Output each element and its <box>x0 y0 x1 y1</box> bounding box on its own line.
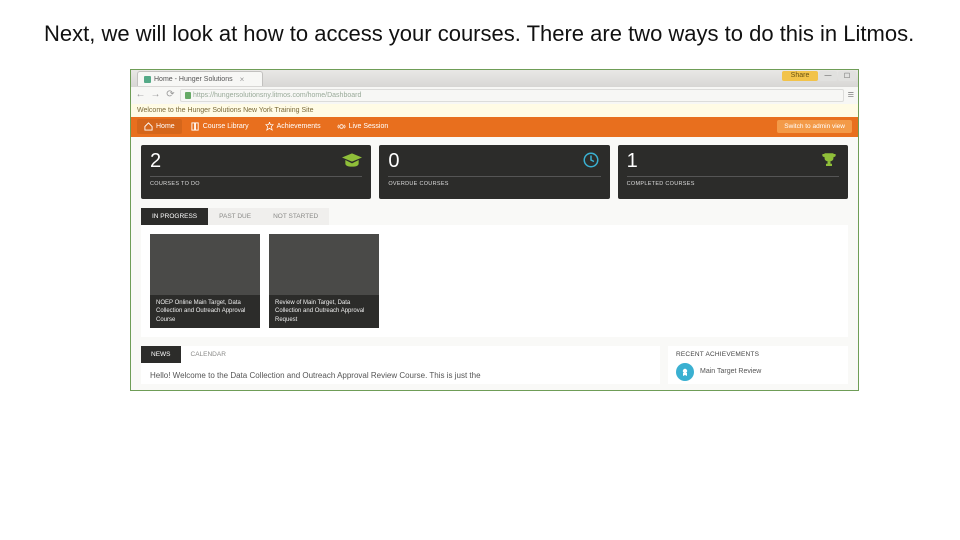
trophy-icon <box>819 151 839 169</box>
badge-icon <box>676 363 694 381</box>
stat-number: 1 <box>627 151 638 171</box>
nav-label: Live Session <box>349 123 389 130</box>
tab-not-started[interactable]: NOT STARTED <box>262 208 329 225</box>
achievements-panel: RECENT ACHIEVEMENTS Main Target Review <box>668 346 848 384</box>
stat-number: 2 <box>150 151 161 171</box>
course-card[interactable]: NOEP Online Main Target, Data Collection… <box>150 234 260 328</box>
news-panel: NEWS CALENDAR Hello! Welcome to the Data… <box>141 346 660 384</box>
achievement-label: Main Target Review <box>700 368 761 375</box>
address-bar: ← → ⟳ https://hungersolutionsny.litmos.c… <box>131 86 858 104</box>
tab-past-due[interactable]: PAST DUE <box>208 208 262 225</box>
course-card[interactable]: Review of Main Target, Data Collection a… <box>269 234 379 328</box>
menu-icon[interactable]: ≡ <box>848 89 854 101</box>
close-icon[interactable]: × <box>240 75 245 84</box>
stat-completed[interactable]: 1 COMPLETED COURSES <box>618 145 848 199</box>
stat-label: COMPLETED COURSES <box>627 181 839 187</box>
tab-calendar[interactable]: CALENDAR <box>181 346 236 363</box>
stat-overdue[interactable]: 0 OVERDUE COURSES <box>379 145 609 199</box>
graduation-icon <box>342 151 362 169</box>
stats-row: 2 COURSES TO DO 0 OVERDUE COURSES <box>141 145 848 199</box>
star-icon <box>265 122 274 131</box>
stat-courses-todo[interactable]: 2 COURSES TO DO <box>141 145 371 199</box>
back-button[interactable]: ← <box>135 90 146 101</box>
clock-icon <box>581 151 601 169</box>
share-button[interactable]: Share <box>782 71 818 81</box>
welcome-banner: Welcome to the Hunger Solutions New York… <box>131 104 858 117</box>
home-icon <box>144 122 153 131</box>
news-text: Hello! Welcome to the Data Collection an… <box>141 363 660 384</box>
course-title: NOEP Online Main Target, Data Collection… <box>150 295 260 327</box>
maximize-button[interactable]: ☐ <box>838 71 856 81</box>
dashboard-content: 2 COURSES TO DO 0 OVERDUE COURSES <box>131 137 858 390</box>
stat-label: COURSES TO DO <box>150 181 362 187</box>
slide-heading: Next, we will look at how to access your… <box>44 20 916 49</box>
nav-home[interactable]: Home <box>137 119 182 134</box>
browser-tab[interactable]: Home - Hunger Solutions × <box>137 71 263 86</box>
tab-in-progress[interactable]: IN PROGRESS <box>141 208 208 225</box>
lock-icon <box>185 92 191 99</box>
forward-button[interactable]: → <box>150 90 161 101</box>
stat-label: OVERDUE COURSES <box>388 181 600 187</box>
minimize-button[interactable]: — <box>819 71 837 81</box>
browser-window: Home - Hunger Solutions × Share — ☐ ← → … <box>130 69 859 391</box>
nav-label: Achievements <box>277 123 321 130</box>
reload-button[interactable]: ⟳ <box>165 90 176 101</box>
course-title: Review of Main Target, Data Collection a… <box>269 295 379 327</box>
stat-number: 0 <box>388 151 399 171</box>
nav-live-session[interactable]: Live Session <box>330 119 396 134</box>
tab-news[interactable]: NEWS <box>141 346 181 363</box>
live-icon <box>337 122 346 131</box>
url-field[interactable]: https://hungersolutionsny.litmos.com/hom… <box>180 89 844 102</box>
browser-tabbar: Home - Hunger Solutions × Share — ☐ <box>131 70 858 86</box>
nav-course-library[interactable]: Course Library <box>184 119 256 134</box>
course-tabs: IN PROGRESS PAST DUE NOT STARTED <box>141 208 848 225</box>
admin-view-button[interactable]: Switch to admin view <box>777 120 852 133</box>
tab-favicon <box>144 76 151 83</box>
book-icon <box>191 122 200 131</box>
nav-label: Home <box>156 123 175 130</box>
achievements-title: RECENT ACHIEVEMENTS <box>676 351 840 358</box>
top-nav: Home Course Library Achievements Live Se… <box>131 117 858 137</box>
tab-title: Home - Hunger Solutions <box>154 76 233 83</box>
course-cards: NOEP Online Main Target, Data Collection… <box>141 225 848 337</box>
achievement-item[interactable]: Main Target Review <box>676 363 840 381</box>
nav-label: Course Library <box>203 123 249 130</box>
url-text: https://hungersolutionsny.litmos.com/hom… <box>193 92 361 99</box>
nav-achievements[interactable]: Achievements <box>258 119 328 134</box>
